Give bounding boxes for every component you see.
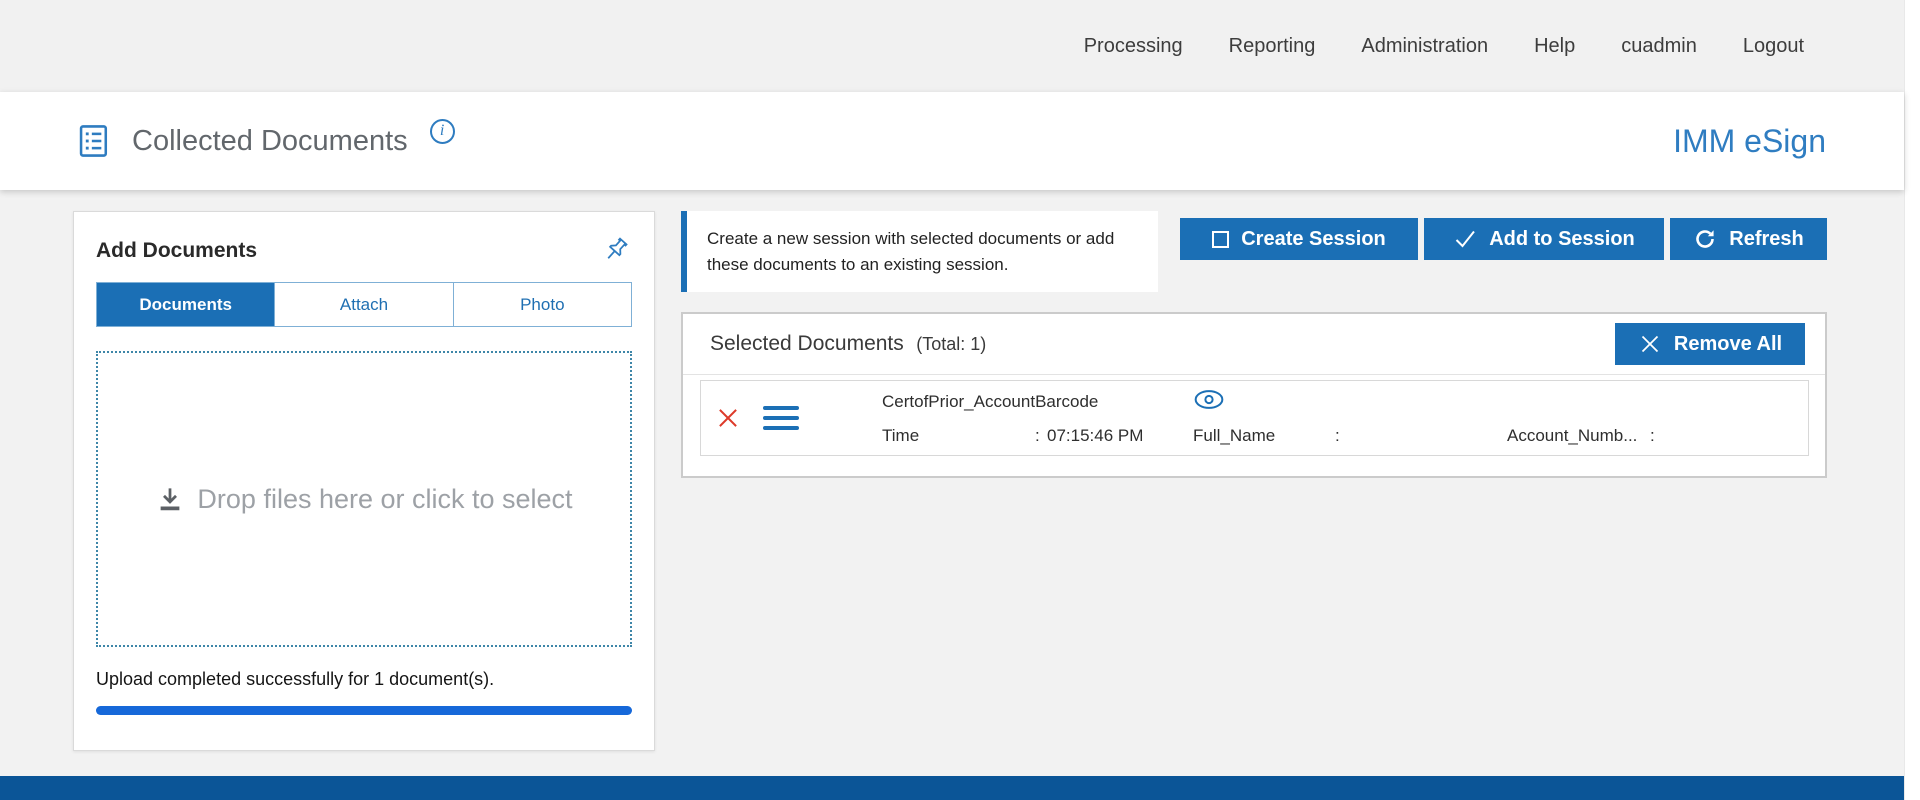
create-session-button[interactable]: Create Session (1180, 218, 1418, 260)
add-to-session-button[interactable]: Add to Session (1424, 218, 1664, 260)
session-action-buttons: Create Session Add to Session Refresh (1180, 218, 1827, 260)
nav-item-cuadmin[interactable]: cuadmin (1621, 35, 1697, 58)
collected-documents-icon (76, 122, 114, 160)
upload-status-text: Upload completed successfully for 1 docu… (96, 669, 632, 690)
field-fullname-colon: : (1335, 426, 1340, 446)
page-title: Collected Documents (132, 125, 408, 158)
refresh-icon (1693, 227, 1717, 251)
tab-attach[interactable]: Attach (274, 283, 452, 326)
add-to-session-label: Add to Session (1489, 228, 1635, 251)
top-navigation: Processing Reporting Administration Help… (0, 0, 1904, 92)
nav-item-help[interactable]: Help (1534, 35, 1575, 58)
close-icon (1638, 332, 1662, 356)
tab-photo[interactable]: Photo (453, 283, 631, 326)
field-fullname-label: Full_Name (1193, 426, 1275, 446)
refresh-label: Refresh (1729, 228, 1803, 251)
footer-bar (0, 776, 1904, 800)
field-time-label: Time (882, 426, 919, 446)
field-time-value: 07:15:46 PM (1047, 426, 1143, 446)
nav-item-processing[interactable]: Processing (1084, 35, 1183, 58)
session-info-strip: Create a new session with selected docum… (681, 211, 1158, 292)
selected-documents-heading: Selected Documents (Total: 1) (710, 332, 986, 356)
remove-all-button[interactable]: Remove All (1615, 323, 1805, 365)
scrollbar[interactable] (1904, 0, 1920, 800)
document-row: CertofPrior_AccountBarcode Time : 07:15:… (700, 380, 1809, 456)
session-info-line2: these documents to an existing session. (707, 252, 1138, 278)
delete-document-icon[interactable] (715, 405, 741, 431)
add-documents-title: Add Documents (96, 239, 257, 263)
selected-documents-total: (Total: 1) (916, 334, 986, 354)
refresh-button[interactable]: Refresh (1670, 218, 1827, 260)
drag-handle-icon[interactable] (763, 406, 799, 430)
tab-documents[interactable]: Documents (97, 283, 274, 326)
create-session-label: Create Session (1241, 228, 1386, 251)
remove-all-label: Remove All (1674, 333, 1782, 356)
download-icon (155, 484, 185, 514)
add-documents-card: Add Documents Documents Attach Photo (73, 211, 655, 751)
file-dropzone[interactable]: Drop files here or click to select (96, 351, 632, 647)
field-account-label: Account_Numb... (1507, 426, 1637, 446)
add-documents-header: Add Documents (96, 236, 632, 266)
session-info-line1: Create a new session with selected docum… (707, 226, 1138, 252)
page: Processing Reporting Administration Help… (0, 0, 1920, 800)
square-icon (1212, 231, 1229, 248)
field-time-colon: : (1035, 426, 1040, 446)
app-header: Collected Documents i IMM eSign (0, 92, 1904, 190)
dropzone-text: Drop files here or click to select (197, 484, 572, 515)
brand-imm-esign: IMM eSign (1673, 123, 1826, 160)
selected-documents-panel: Selected Documents (Total: 1) Remove All (681, 312, 1827, 478)
upload-progress-bar (96, 706, 632, 715)
pin-icon[interactable] (602, 236, 632, 266)
add-documents-tabs: Documents Attach Photo (96, 282, 632, 327)
nav-item-reporting[interactable]: Reporting (1229, 35, 1316, 58)
document-name: CertofPrior_AccountBarcode (882, 392, 1098, 412)
preview-eye-icon[interactable] (1193, 388, 1225, 411)
info-icon[interactable]: i (430, 119, 455, 144)
selected-documents-header: Selected Documents (Total: 1) Remove All (683, 314, 1825, 375)
check-icon (1453, 227, 1477, 251)
header-left: Collected Documents i (76, 119, 455, 164)
field-account-colon: : (1650, 426, 1655, 446)
nav-item-logout[interactable]: Logout (1743, 35, 1804, 58)
nav-item-administration[interactable]: Administration (1361, 35, 1488, 58)
selected-documents-title: Selected Documents (710, 332, 904, 355)
